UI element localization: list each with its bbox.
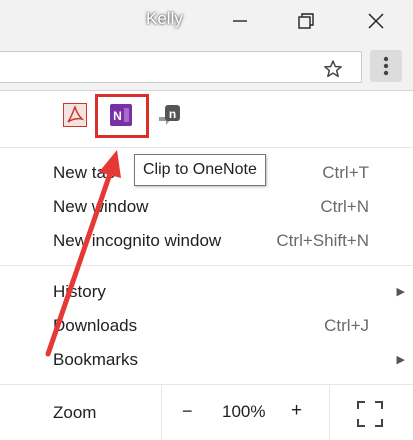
menu-item-bookmarks[interactable]: Bookmarks ▶ [0,343,413,377]
toolbar [0,42,413,91]
menu-item-shortcut: Ctrl+J [324,316,369,335]
menu-item-label: Bookmarks [53,350,139,369]
minimize-icon [233,20,247,22]
menu-item-shortcut: Ctrl+N [320,197,369,216]
chrome-menu-button[interactable] [370,50,402,82]
menu-item-label: Downloads [53,316,138,335]
maximize-button[interactable] [292,6,322,36]
menu-item-shortcut: Ctrl+T [322,163,369,182]
submenu-arrow-icon: ▶ [396,354,405,366]
menu-item-new-incognito-window[interactable]: New incognito window Ctrl+Shift+N [0,224,413,258]
fullscreen-icon[interactable] [357,401,383,427]
restore-icon [298,13,314,29]
extensions-row: N n [0,91,413,148]
zoom-divider [329,385,330,440]
zoom-divider [161,385,162,440]
zoom-label: Zoom [53,403,97,422]
minimize-button[interactable] [226,6,256,36]
menu-item-shortcut: Ctrl+Shift+N [276,231,369,250]
more-vert-icon [383,56,389,76]
acrobat-icon[interactable] [63,103,87,127]
onenote-icon[interactable]: N [109,103,133,127]
menu-item-label: New window [53,197,149,216]
svg-text:N: N [113,109,122,123]
zoom-in-button[interactable]: + [291,400,302,422]
svg-text:n: n [169,107,176,121]
menu-item-downloads[interactable]: Downloads Ctrl+J [0,309,413,343]
zoom-out-button[interactable]: − [182,401,193,422]
tooltip-clip-to-onenote: Clip to OneNote [134,154,266,186]
zoom-level: 100% [222,402,266,421]
menu-item-new-window[interactable]: New window Ctrl+N [0,190,413,224]
menu-item-label: History [53,282,106,301]
address-bar[interactable] [0,51,362,83]
zoom-row: Zoom − 100% + [0,385,413,440]
menu-item-label: New incognito window [53,231,222,250]
clipper-icon[interactable]: n [157,103,181,127]
menu-item-history[interactable]: History ▶ [0,275,413,309]
close-icon [368,13,384,29]
submenu-arrow-icon: ▶ [396,286,405,298]
title-bar: Kelly [0,0,413,42]
menu-item-label: New tab [53,163,116,182]
close-button[interactable] [361,6,391,36]
menu-separator [0,265,413,266]
profile-name[interactable]: Kelly [146,9,183,29]
star-icon[interactable] [323,59,343,79]
